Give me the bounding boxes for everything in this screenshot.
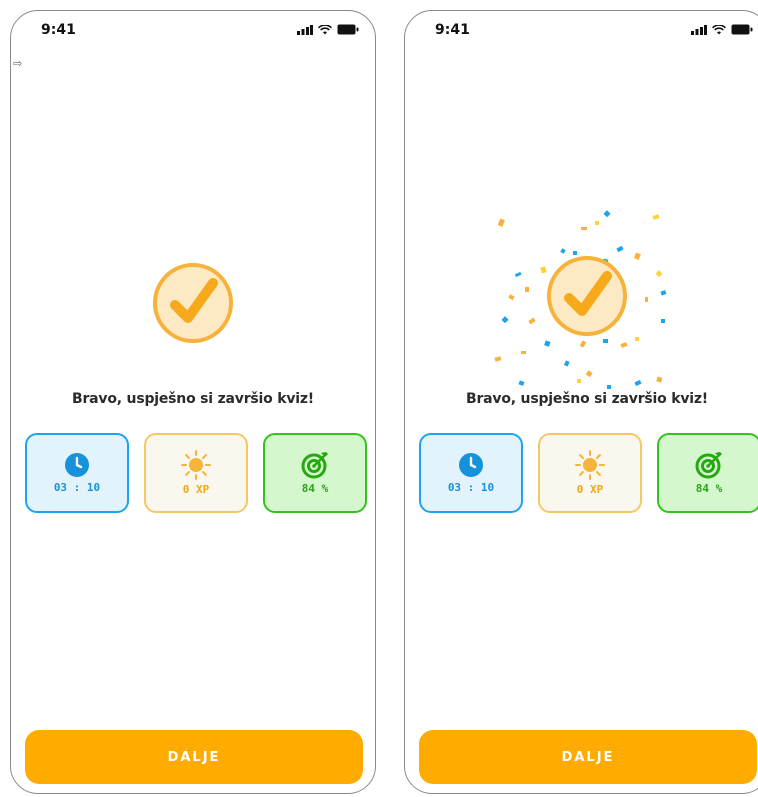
success-message: Bravo, uspješno si završio kviz! bbox=[466, 391, 708, 407]
check-icon bbox=[153, 263, 233, 343]
stats-row: 03 : 10 0 XP 84 % bbox=[419, 433, 758, 513]
success-message: Bravo, uspješno si završio kviz! bbox=[72, 391, 314, 407]
wifi-icon bbox=[712, 24, 726, 34]
status-time: 9:41 bbox=[41, 22, 76, 38]
wifi-icon bbox=[318, 24, 332, 34]
status-icons bbox=[297, 24, 359, 35]
success-check-badge bbox=[151, 261, 235, 345]
xp-value: 0 XP bbox=[182, 483, 210, 496]
clock-icon bbox=[458, 452, 484, 478]
sun-icon bbox=[575, 450, 605, 480]
accuracy-stat-card: 84 % bbox=[657, 433, 758, 513]
accuracy-value: 84 % bbox=[695, 482, 723, 495]
time-value: 03 : 10 bbox=[447, 481, 495, 494]
clock-icon bbox=[64, 452, 90, 478]
battery-icon bbox=[337, 24, 359, 35]
success-check-badge bbox=[545, 254, 629, 338]
next-button[interactable]: DALJE bbox=[419, 730, 757, 784]
xp-stat-card: 0 XP bbox=[538, 433, 642, 513]
time-stat-card: 03 : 10 bbox=[25, 433, 129, 513]
status-bar: 9:41 bbox=[11, 11, 375, 51]
sun-icon bbox=[181, 450, 211, 480]
signal-icon bbox=[297, 24, 313, 35]
check-icon bbox=[547, 256, 627, 336]
target-icon bbox=[695, 451, 723, 479]
accuracy-value: 84 % bbox=[301, 482, 329, 495]
xp-value: 0 XP bbox=[576, 483, 604, 496]
accuracy-stat-card: 84 % bbox=[263, 433, 367, 513]
time-value: 03 : 10 bbox=[53, 481, 101, 494]
phone-screen-left: 9:41 ⇨ Bravo, uspješno si završio kviz! bbox=[10, 10, 376, 794]
xp-stat-card: 0 XP bbox=[144, 433, 248, 513]
signal-icon bbox=[691, 24, 707, 35]
status-time: 9:41 bbox=[435, 22, 470, 38]
exit-arrow-icon[interactable]: ⇨ bbox=[13, 57, 22, 70]
status-bar: 9:41 bbox=[405, 11, 758, 51]
next-button[interactable]: DALJE bbox=[25, 730, 363, 784]
time-stat-card: 03 : 10 bbox=[419, 433, 523, 513]
battery-icon bbox=[731, 24, 753, 35]
status-icons bbox=[691, 24, 753, 35]
phone-screen-right: 9:41 Bravo, uspješno si završio kviz! 03… bbox=[404, 10, 758, 794]
stats-row: 03 : 10 0 XP 84 % bbox=[25, 433, 367, 513]
target-icon bbox=[301, 451, 329, 479]
